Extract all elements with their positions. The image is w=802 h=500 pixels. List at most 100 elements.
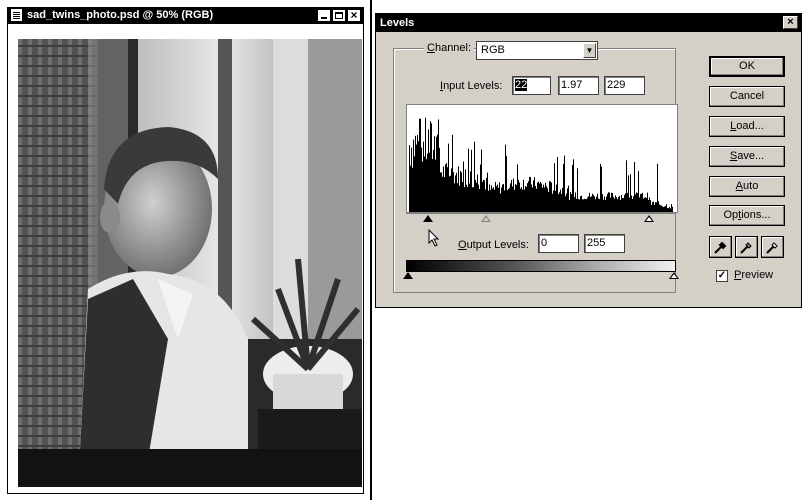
histogram-bar (660, 205, 661, 212)
histogram-bar (436, 136, 437, 212)
save-button[interactable]: Save... (709, 146, 785, 167)
output-white-field[interactable]: 255 (584, 234, 625, 253)
load-button[interactable]: Load... (709, 116, 785, 137)
histogram-bar (484, 180, 485, 212)
histogram-bar (487, 172, 488, 212)
chevron-down-icon[interactable]: ▼ (583, 43, 596, 58)
histogram-bar (652, 202, 653, 212)
histogram-bar (461, 172, 462, 212)
document-title-bar[interactable]: sad_twins_photo.psd @ 50% (RGB) × (7, 7, 364, 24)
channel-select[interactable]: RGB ▼ (476, 41, 598, 60)
histogram-bar (669, 206, 670, 212)
histogram-bar (516, 185, 517, 212)
histogram-bar (471, 149, 472, 212)
histogram-bar (477, 174, 478, 212)
histogram-bar (459, 185, 460, 212)
histogram-bar (592, 193, 593, 212)
histogram-bar (630, 174, 631, 212)
histogram-bar (672, 206, 673, 212)
histogram-bar (584, 198, 585, 212)
maximize-icon[interactable] (332, 9, 346, 22)
input-black-field[interactable]: 22 (512, 76, 551, 95)
histogram-bar (502, 184, 503, 212)
minimize-icon[interactable] (317, 9, 331, 22)
black-eyedropper-icon[interactable] (709, 236, 732, 258)
histogram-bar (650, 200, 651, 212)
histogram-bar (530, 176, 531, 212)
histogram-bar (603, 199, 604, 212)
histogram-bar (551, 182, 552, 212)
histogram-bar (583, 199, 584, 212)
close-icon[interactable]: × (783, 16, 798, 29)
histogram-bar (488, 190, 489, 212)
histogram-bar (517, 164, 518, 212)
empty-workspace (375, 308, 802, 500)
histogram-bar (646, 198, 647, 212)
histogram-bar (644, 197, 645, 212)
histogram-bar (505, 144, 506, 212)
histogram-bar (570, 192, 571, 212)
histogram-bar (589, 192, 590, 212)
histogram-bar (543, 184, 544, 212)
histogram-bar (492, 188, 493, 212)
histogram-bar (595, 199, 596, 212)
histogram-bar (550, 181, 551, 212)
channel-label: Channel: (424, 42, 475, 54)
histogram-bar (463, 161, 464, 212)
histogram-bar (626, 160, 627, 212)
histogram-bar (564, 155, 565, 212)
input-gamma-field[interactable]: 1.97 (558, 76, 599, 95)
histogram-bar (525, 186, 526, 212)
histogram-bar (448, 143, 449, 212)
histogram-bar (608, 192, 609, 212)
histogram-bar (648, 199, 649, 212)
output-white-slider-handle[interactable] (669, 272, 679, 279)
window-divider (370, 0, 372, 500)
histogram-bar (528, 181, 529, 212)
histogram-bar (456, 172, 457, 212)
output-black-field[interactable]: 0 (538, 234, 579, 253)
input-gamma-slider-handle[interactable] (481, 215, 491, 222)
histogram-bar (494, 189, 495, 212)
white-eyedropper-icon[interactable] (761, 236, 784, 258)
input-black-slider-handle[interactable] (423, 215, 433, 222)
input-white-slider-handle[interactable] (644, 215, 654, 222)
histogram-bar (512, 186, 513, 212)
levels-dialog: Levels × Channel: RGB ▼ Input Levels: 22… (375, 13, 802, 308)
input-levels-slider[interactable] (406, 213, 676, 225)
histogram-bar (565, 196, 566, 212)
preview-checkbox[interactable]: ✓ (716, 270, 728, 282)
histogram-bar (585, 199, 586, 212)
options-button[interactable]: Options... (709, 205, 785, 226)
histogram-bar (433, 149, 434, 212)
output-levels-slider[interactable] (403, 272, 679, 282)
histogram-bar (451, 168, 452, 212)
histogram-bar (657, 163, 658, 212)
histogram-bar (665, 206, 666, 212)
histogram-bar (499, 182, 500, 212)
preview-label[interactable]: Preview (734, 269, 773, 281)
histogram-bar (641, 193, 642, 212)
ok-button[interactable]: OK (709, 56, 785, 77)
histogram-bar (532, 187, 533, 212)
histogram-bar (656, 202, 657, 212)
close-icon[interactable]: × (347, 9, 361, 22)
histogram-bar (416, 144, 417, 212)
auto-button[interactable]: Auto (709, 176, 785, 197)
histogram-bar (599, 199, 600, 212)
histogram-bar (605, 199, 606, 212)
gray-eyedropper-icon[interactable] (735, 236, 758, 258)
output-black-slider-handle[interactable] (403, 272, 413, 279)
levels-title-bar[interactable]: Levels (376, 14, 801, 32)
cancel-button[interactable]: Cancel (709, 86, 785, 107)
histogram-bar (549, 181, 550, 212)
histogram-bar (649, 197, 650, 212)
histogram-bar (457, 183, 458, 212)
input-white-field[interactable]: 229 (604, 76, 645, 95)
histogram-bar (619, 195, 620, 212)
histogram-bar (510, 183, 511, 212)
histogram-bar (519, 182, 520, 212)
histogram-bar (498, 187, 499, 212)
histogram-bar (620, 199, 621, 212)
photo-canvas[interactable] (18, 39, 362, 487)
